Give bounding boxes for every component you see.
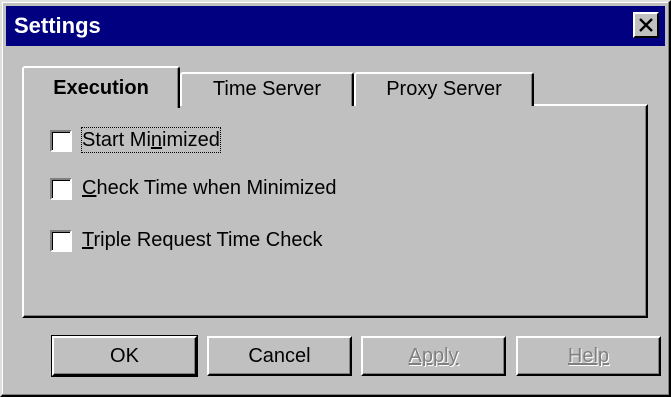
ok-button[interactable]: OK xyxy=(51,335,198,377)
check-time-when-minimized-label[interactable]: Check Time when Minimized xyxy=(82,176,337,200)
tab-execution[interactable]: Execution xyxy=(22,66,180,108)
close-icon xyxy=(639,18,653,32)
triple-request-time-check-checkbox[interactable] xyxy=(50,230,72,252)
tab-proxy-server[interactable]: Proxy Server xyxy=(354,72,534,106)
cancel-button[interactable]: Cancel xyxy=(207,336,352,376)
close-button[interactable] xyxy=(633,12,659,38)
start-minimized-checkbox[interactable] xyxy=(50,130,72,152)
title-bar[interactable]: Settings xyxy=(6,6,665,46)
help-button[interactable]: Help xyxy=(516,336,661,376)
start-minimized-label[interactable]: Start Minimized xyxy=(81,127,221,153)
check-time-when-minimized-checkbox[interactable] xyxy=(50,178,72,200)
tab-time-server[interactable]: Time Server xyxy=(180,72,354,106)
window-title: Settings xyxy=(14,13,101,38)
apply-button[interactable]: Apply xyxy=(361,336,506,376)
triple-request-time-check-label[interactable]: Triple Request Time Check xyxy=(82,228,322,252)
